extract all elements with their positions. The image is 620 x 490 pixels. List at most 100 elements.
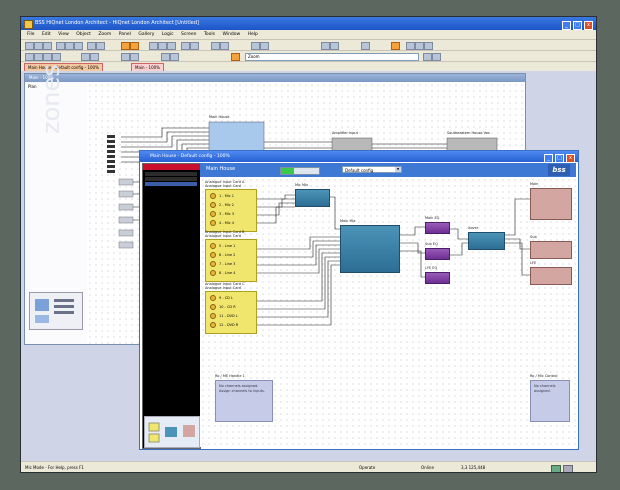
device-tree-item-selected[interactable] — [145, 182, 197, 186]
highlight-icon[interactable] — [231, 53, 240, 61]
navigator-thumbnail[interactable] — [144, 416, 200, 448]
input-card-b[interactable]: 5 - Line 1 6 - Line 2 7 - Line 3 8 - Lin… — [205, 239, 257, 282]
chevron-down-icon[interactable]: ▼ — [395, 167, 401, 172]
venue-icon[interactable] — [406, 42, 415, 50]
main-window-minimize-button[interactable]: _ — [544, 154, 553, 163]
arrange-icon[interactable] — [361, 42, 370, 50]
input-channel-row[interactable]: 11 - DVD L — [210, 312, 252, 320]
zoom-in-icon[interactable] — [251, 42, 260, 50]
xover-block[interactable] — [468, 232, 505, 250]
output-sub-block[interactable] — [530, 241, 572, 259]
pointer-icon[interactable] — [25, 53, 34, 61]
menu-panel[interactable]: Panel — [119, 32, 131, 37]
line-icon[interactable] — [161, 53, 170, 61]
device-mode-icon[interactable] — [121, 42, 130, 50]
input-channel-row[interactable]: 9 - CD L — [210, 294, 252, 302]
menu-gallery[interactable]: Gallery — [138, 32, 154, 37]
lfe-eq-block[interactable] — [425, 272, 450, 284]
tray-network-icon[interactable] — [551, 465, 561, 472]
input-card-c[interactable]: 9 - CD L 10 - CD R 11 - DVD L 12 - DVD R — [205, 291, 257, 334]
zones-thumbnail[interactable] — [29, 292, 83, 330]
bold-icon[interactable] — [81, 53, 90, 61]
menu-window[interactable]: Window — [222, 32, 240, 37]
zoom-out-icon[interactable] — [260, 42, 269, 50]
panel-icon[interactable] — [415, 42, 424, 50]
menu-help[interactable]: Help — [248, 32, 258, 37]
send-back-icon[interactable] — [220, 42, 229, 50]
zones-block-main-house[interactable]: Main House — [209, 115, 229, 119]
tray-volume-icon[interactable] — [563, 465, 573, 472]
input-channel-row[interactable]: 7 - Line 3 — [210, 260, 252, 268]
group-icon[interactable] — [181, 42, 190, 50]
maximize-button[interactable]: □ — [573, 21, 582, 30]
apply-icon[interactable] — [432, 53, 441, 61]
input-channel-row[interactable]: 6 - Line 2 — [210, 251, 252, 259]
text-icon[interactable] — [43, 53, 52, 61]
input-channel-row[interactable]: 4 - Mic 4 — [210, 219, 252, 227]
output-lfe-block[interactable] — [530, 267, 572, 285]
input-channel-row[interactable]: 10 - CD R — [210, 303, 252, 311]
new-icon[interactable] — [25, 42, 34, 50]
device-tree-item[interactable] — [145, 177, 197, 181]
grid-icon[interactable] — [321, 42, 330, 50]
color-icon[interactable] — [121, 53, 130, 61]
input-channel-row[interactable]: 1 - Mic 1 — [210, 192, 252, 200]
zoom-combo[interactable]: Zoom — [245, 53, 419, 61]
dropdown-icon[interactable] — [423, 53, 432, 61]
note-1-block[interactable]: No channels assigned. Assign channels to… — [215, 380, 273, 422]
main-window-maximize-button[interactable]: □ — [555, 154, 564, 163]
menu-view[interactable]: View — [58, 32, 69, 37]
redo-icon[interactable] — [96, 42, 105, 50]
menu-edit[interactable]: Edit — [42, 32, 51, 37]
mic-mix-block[interactable] — [295, 189, 330, 207]
device-tree-item[interactable] — [145, 172, 197, 176]
shape-icon[interactable] — [170, 53, 179, 61]
box-icon[interactable] — [52, 53, 61, 61]
device-name: Main House — [206, 166, 236, 172]
fill-icon[interactable] — [130, 53, 139, 61]
input-channel-row[interactable]: 5 - Line 1 — [210, 242, 252, 250]
zones-block-amplifier-input[interactable]: Amplifier Input — [332, 131, 358, 135]
input-card-a[interactable]: 1 - Mic 1 2 - Mic 2 3 - Mic 3 4 - Mic 4 — [205, 189, 257, 232]
online-icon[interactable] — [391, 42, 400, 50]
menu-zoom[interactable]: Zoom — [98, 32, 111, 37]
menu-file[interactable]: File — [27, 32, 35, 37]
main-eq-block[interactable] — [425, 222, 450, 234]
wire-icon[interactable] — [34, 53, 43, 61]
input-channel-row[interactable]: 2 - Mic 2 — [210, 201, 252, 209]
paste-icon[interactable] — [74, 42, 83, 50]
help-icon[interactable] — [424, 42, 433, 50]
input-channel-label: 5 - Line 1 — [219, 244, 236, 248]
sub-eq-block[interactable] — [425, 248, 450, 260]
align-left-icon[interactable] — [149, 42, 158, 50]
open-icon[interactable] — [34, 42, 43, 50]
main-mix-block[interactable] — [340, 225, 400, 273]
menu-tools[interactable]: Tools — [204, 32, 215, 37]
ungroup-icon[interactable] — [190, 42, 199, 50]
close-button[interactable]: x — [584, 21, 593, 30]
italic-icon[interactable] — [90, 53, 99, 61]
zones-block-southeastern-house-vox[interactable]: Southeastern House Vox — [447, 131, 490, 135]
note-2-block[interactable]: No channels assigned. — [530, 380, 570, 422]
undo-icon[interactable] — [87, 42, 96, 50]
menu-object[interactable]: Object — [76, 32, 91, 37]
bring-front-icon[interactable] — [211, 42, 220, 50]
copy-icon[interactable] — [65, 42, 74, 50]
snap-icon[interactable] — [330, 42, 339, 50]
config-select[interactable]: Default config ▼ — [342, 166, 402, 173]
align-right-icon[interactable] — [167, 42, 176, 50]
main-window-close-button[interactable]: x — [566, 154, 575, 163]
input-channel-row[interactable]: 8 - Line 4 — [210, 269, 252, 277]
menu-logic[interactable]: Logic — [162, 32, 174, 37]
connect-mode-icon[interactable] — [130, 42, 139, 50]
cut-icon[interactable] — [56, 42, 65, 50]
input-channel-row[interactable]: 12 - DVD R — [210, 321, 252, 329]
signal-flow-canvas[interactable]: Analogue Input Card A Analogue Input Car… — [200, 177, 576, 447]
minimize-button[interactable]: _ — [562, 21, 571, 30]
output-main-block[interactable] — [530, 188, 572, 220]
save-icon[interactable] — [43, 42, 52, 50]
align-center-icon[interactable] — [158, 42, 167, 50]
input-channel-row[interactable]: 3 - Mic 3 — [210, 210, 252, 218]
input-channel-label: 12 - DVD R — [219, 323, 239, 327]
menu-screen[interactable]: Screen — [181, 32, 196, 37]
